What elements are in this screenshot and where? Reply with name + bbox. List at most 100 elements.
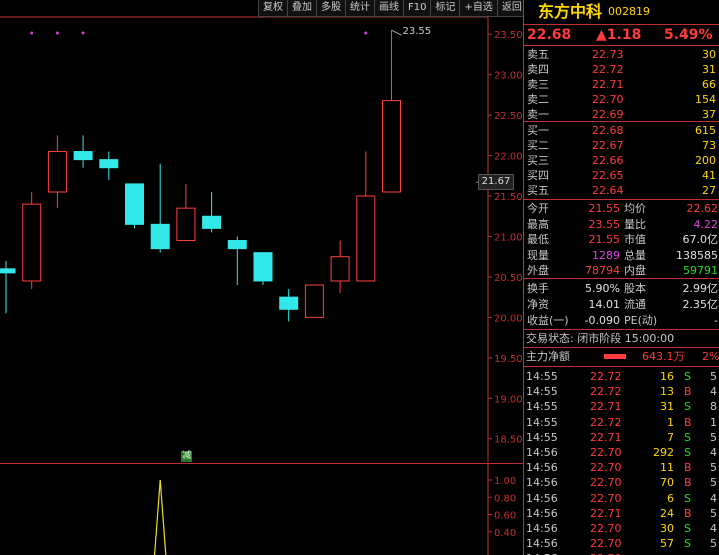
row: 买四 22.65 41 [524, 168, 719, 183]
trade-status: 交易状态: 闭市阶段 15:00:00 [526, 332, 675, 345]
tick-count: 4 [710, 446, 717, 459]
high-marker-line [391, 29, 402, 36]
sub-y-tick-label: 0.60 [494, 511, 516, 522]
toolbar-button-7[interactable]: +自选 [459, 0, 497, 17]
tick-side: B [684, 461, 692, 475]
fund-value: 5.90% [585, 282, 620, 295]
toolbar-button-4[interactable]: 画线 [374, 0, 403, 17]
bid-volume: 41 [702, 169, 716, 182]
chart-toolbar: 复权 叠加 多股 统计 画线 F10 标记 +自选 返回 [258, 0, 526, 17]
tick-count: 4 [710, 491, 717, 505]
ask-volume: 66 [702, 78, 716, 91]
tick-side: S [684, 446, 691, 459]
candle-body [176, 207, 196, 242]
bid-price: 22.67 [592, 139, 624, 152]
tick-row: 14:56 22.70 70 B 5 [524, 475, 719, 490]
stat-value: 21.55 [588, 202, 621, 215]
stat-label: 总量 [624, 248, 646, 262]
tick-count: 5 [710, 370, 717, 383]
ask-label: 卖四 [527, 63, 549, 76]
candle-body [22, 203, 42, 282]
price-change: ▲1.18 [596, 27, 642, 43]
tick-time: 14:55 [526, 430, 558, 444]
row: 最高 23.55 量比 4.22 [524, 217, 719, 232]
tick-side: B [684, 476, 692, 490]
tick-volume: 70 [660, 476, 674, 490]
fund-value: - [714, 314, 718, 327]
row: 卖五 22.73 30 [524, 47, 719, 62]
tick-price: 22.72 [590, 415, 622, 429]
toolbar-button-3[interactable]: 统计 [345, 0, 374, 17]
fund-value: -0.090 [584, 314, 620, 327]
tick-volume: 31 [660, 400, 674, 414]
kline-chart[interactable]: 23.50 23.00 22.50 22.00 21.50 21.00 20.50 20.00… [0, 0, 523, 555]
fund-label: PE(动) [624, 314, 658, 327]
toolbar-button-8[interactable]: 返回 [496, 0, 526, 17]
ask-price: 22.73 [592, 48, 624, 61]
stat-value: 21.55 [588, 233, 621, 246]
stat-value: 23.55 [588, 217, 621, 231]
sub-y-tick-label: 0.80 [494, 493, 516, 504]
high-price-label: 23.55 [402, 26, 432, 38]
tick-row: 14:56 22.71 24 B 5 [524, 506, 719, 521]
tick-row: 14:55 22.72 13 B 4 [524, 384, 719, 399]
tick-volume: 6 [667, 491, 674, 505]
tick-price: 22.72 [590, 385, 622, 399]
tick-volume: 11 [660, 461, 674, 475]
fund-label: 收益(一) [527, 314, 569, 327]
stock-code: 002819 [608, 5, 650, 18]
y-tick-label: 22.50 [494, 111, 523, 122]
tick-row: 14:56 22.70 11 B 5 [524, 460, 719, 475]
tick-side: S [684, 400, 691, 414]
bid-price: 22.64 [592, 184, 624, 197]
y-tick-label: 19.50 [494, 354, 523, 365]
tick-count: 5 [710, 461, 717, 475]
fund-label: 流通 [624, 298, 646, 311]
toolbar-button-0[interactable]: 复权 [258, 0, 287, 17]
candle-body [99, 159, 119, 169]
tick-volume: 1 [667, 415, 674, 429]
y-tick-label: 19.00 [494, 394, 523, 405]
bid-price: 22.66 [592, 154, 624, 167]
tick-time: 14:56 [526, 461, 558, 475]
ask-label: 卖三 [527, 78, 549, 91]
tick-price: 22.72 [590, 370, 622, 383]
candle-body [202, 215, 222, 229]
tick-volume: 16 [660, 370, 674, 383]
tick-count: 5 [710, 506, 717, 520]
toolbar-button-1[interactable]: 叠加 [287, 0, 316, 17]
tick-time: 14:56 [526, 537, 558, 551]
candle-body [304, 284, 324, 318]
tick-side: B [684, 415, 692, 429]
tick-volume: 24 [660, 506, 674, 520]
toolbar-button-2[interactable]: 多股 [316, 0, 345, 17]
price-change-pct: 5.49% [664, 27, 713, 43]
tick-price: 22.71 [590, 400, 622, 414]
toolbar-button-5[interactable]: F10 [403, 0, 431, 17]
tick-time: 14:56 [526, 491, 558, 505]
tick-row: 14:56 22.70 [524, 551, 719, 555]
y-tick-label: 18.50 [494, 435, 523, 446]
fund-value: 2.35亿 [682, 298, 719, 311]
stat-label: 最低 [527, 233, 549, 246]
tick-price: 22.70 [590, 551, 622, 555]
quote-panel: 东方中科 002819 22.68 ▲1.18 5.49% 卖五 22.73 30 卖… [523, 0, 719, 555]
ask-price: 22.71 [592, 78, 624, 91]
bid-label: 买五 [527, 184, 549, 197]
row: 今开 21.55 均价 22.62 [524, 201, 719, 216]
bid-price: 22.65 [592, 169, 624, 182]
tick-count: 4 [710, 522, 717, 535]
stat-label: 内盘 [624, 264, 646, 277]
stat-value: 67.0亿 [682, 233, 719, 246]
toolbar-button-6[interactable]: 标记 [430, 0, 460, 17]
tick-time: 14:56 [526, 476, 558, 490]
row: 买一 22.68 615 [524, 123, 719, 138]
row: 买五 22.64 27 [524, 183, 719, 198]
tick-count: 5 [710, 537, 717, 551]
tick-count: 4 [710, 385, 717, 399]
signal-dot [30, 31, 34, 35]
tick-count: 1 [710, 415, 717, 429]
last-price: 22.68 [527, 27, 572, 43]
ask-price: 22.69 [592, 108, 624, 121]
stat-value: 22.62 [686, 202, 719, 215]
